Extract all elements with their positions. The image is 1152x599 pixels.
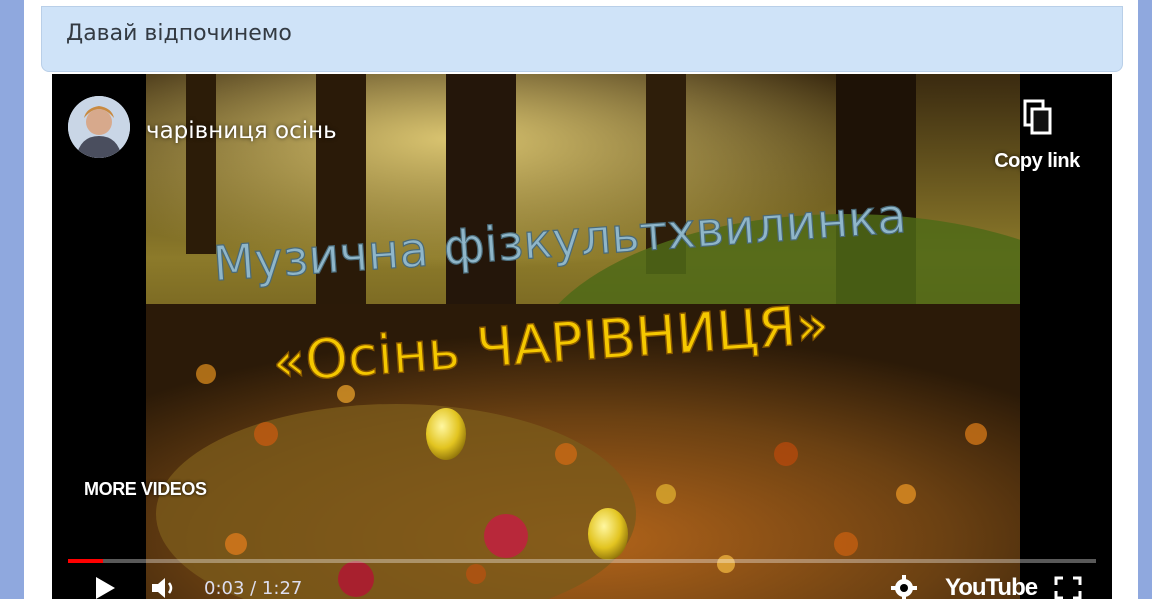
settings-icon[interactable] bbox=[890, 574, 918, 599]
more-videos-button[interactable]: MORE VIDEOS bbox=[84, 479, 207, 500]
avatar-image bbox=[68, 96, 130, 158]
player-controls: 0:03 / 1:27 YouTube bbox=[52, 572, 1112, 599]
video-title-line2: «Осінь ЧАРІВНИЦЯ» bbox=[270, 293, 831, 395]
copy-link-label: Copy link bbox=[994, 150, 1080, 172]
right-border bbox=[1138, 0, 1152, 599]
left-border bbox=[0, 0, 24, 599]
video-title-overlay: Музична фізкультхвилинка «Осінь ЧАРІВНИЦ… bbox=[211, 188, 909, 395]
copy-link-button[interactable]: Copy link bbox=[982, 96, 1092, 186]
channel-avatar[interactable] bbox=[68, 96, 130, 158]
channel-name[interactable]: чарівниця осінь bbox=[146, 118, 337, 144]
card-title: Давай відпочинемо bbox=[66, 21, 292, 46]
progress-bar-fill bbox=[68, 559, 103, 563]
youtube-logo[interactable]: YouTube bbox=[945, 574, 1038, 599]
video-title-line1: Музична фізкультхвилинка bbox=[211, 188, 908, 292]
fullscreen-icon[interactable] bbox=[1054, 576, 1082, 599]
card-header: Давай відпочинемо bbox=[41, 6, 1123, 72]
volume-icon[interactable] bbox=[150, 576, 178, 599]
copy-icon bbox=[1023, 99, 1052, 135]
progress-bar[interactable] bbox=[68, 559, 1096, 563]
time-display: 0:03 / 1:27 bbox=[204, 578, 303, 599]
play-icon[interactable] bbox=[94, 576, 116, 599]
video-player[interactable]: Музична фізкультхвилинка «Осінь ЧАРІВНИЦ… bbox=[52, 74, 1112, 599]
